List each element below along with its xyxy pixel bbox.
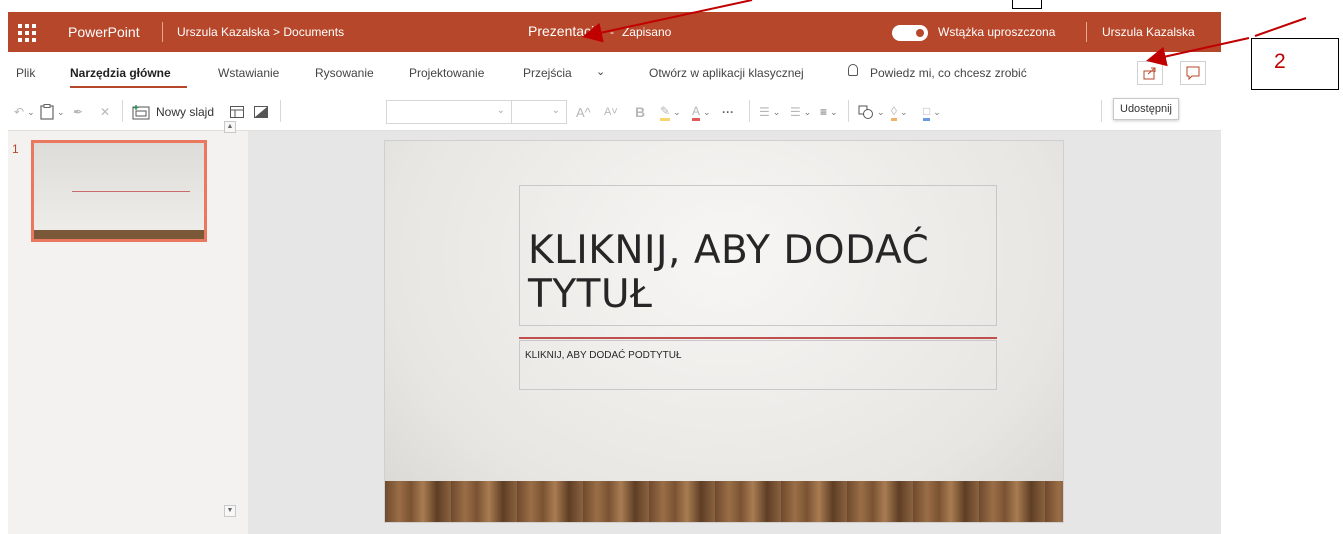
- arrow-to-title: [582, 0, 753, 43]
- annotation-arrows: [582, 0, 1307, 67]
- arrow-to-share: [1146, 37, 1250, 67]
- arrow-tail: [1254, 17, 1307, 37]
